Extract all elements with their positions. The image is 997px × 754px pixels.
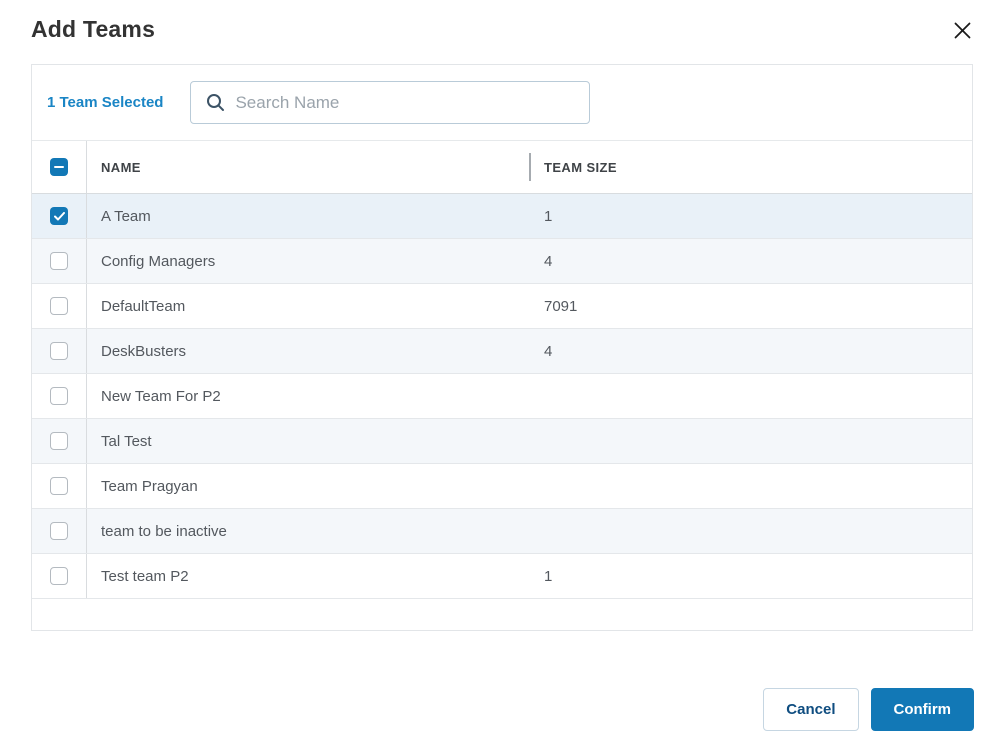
search-box <box>190 81 590 124</box>
team-size <box>529 374 544 418</box>
team-size: 1 <box>529 554 552 598</box>
row-checkbox-cell <box>32 374 87 418</box>
table-row[interactable]: New Team For P2 <box>32 374 972 419</box>
team-name: DefaultTeam <box>87 284 529 328</box>
selected-count-label: 1 Team Selected <box>47 94 163 111</box>
table-row[interactable]: Config Managers 4 <box>32 239 972 284</box>
row-checkbox[interactable] <box>50 387 68 405</box>
row-checkbox-cell <box>32 419 87 463</box>
team-size: 4 <box>529 329 552 373</box>
table-row[interactable]: DeskBusters 4 <box>32 329 972 374</box>
close-icon <box>954 22 971 39</box>
modal-header: Add Teams <box>0 0 997 43</box>
row-checkbox[interactable] <box>50 522 68 540</box>
row-checkbox[interactable] <box>50 432 68 450</box>
select-all-cell <box>32 141 87 193</box>
team-name: Config Managers <box>87 239 529 283</box>
row-checkbox-cell <box>32 239 87 283</box>
table-row[interactable]: DefaultTeam 7091 <box>32 284 972 329</box>
indeterminate-dash-icon <box>54 166 64 169</box>
row-checkbox-cell <box>32 554 87 598</box>
table-row[interactable]: Tal Test <box>32 419 972 464</box>
select-all-checkbox[interactable] <box>50 158 68 176</box>
row-checkbox-cell <box>32 509 87 553</box>
team-size: 7091 <box>529 284 577 328</box>
teams-panel: 1 Team Selected NAME TEAM SIZE <box>31 64 973 631</box>
team-size <box>529 464 544 508</box>
row-checkbox[interactable] <box>50 297 68 315</box>
check-icon <box>54 212 65 221</box>
row-checkbox-cell <box>32 194 87 238</box>
row-checkbox[interactable] <box>50 477 68 495</box>
page-title: Add Teams <box>31 16 155 43</box>
team-name: DeskBusters <box>87 329 529 373</box>
column-header-team-size: TEAM SIZE <box>531 160 617 175</box>
team-name: Tal Test <box>87 419 529 463</box>
team-size: 1 <box>529 194 552 238</box>
cancel-button[interactable]: Cancel <box>763 688 858 731</box>
team-name: New Team For P2 <box>87 374 529 418</box>
row-checkbox[interactable] <box>50 207 68 225</box>
row-checkbox-cell <box>32 284 87 328</box>
team-name: Team Pragyan <box>87 464 529 508</box>
row-checkbox-cell <box>32 329 87 373</box>
team-name: A Team <box>87 194 529 238</box>
panel-toolbar: 1 Team Selected <box>32 65 972 140</box>
row-checkbox[interactable] <box>50 252 68 270</box>
row-checkbox-cell <box>32 464 87 508</box>
table-row[interactable]: Team Pragyan <box>32 464 972 509</box>
table-row[interactable]: team to be inactive <box>32 509 972 554</box>
confirm-button[interactable]: Confirm <box>871 688 975 731</box>
team-name: team to be inactive <box>87 509 529 553</box>
table-footer-strip <box>32 599 972 630</box>
team-name: Test team P2 <box>87 554 529 598</box>
row-checkbox[interactable] <box>50 342 68 360</box>
close-button[interactable] <box>951 19 973 41</box>
team-size <box>529 419 544 463</box>
team-size <box>529 509 544 553</box>
search-input[interactable] <box>235 93 577 113</box>
column-header-name: NAME <box>87 160 529 175</box>
table-header: NAME TEAM SIZE <box>32 140 972 194</box>
modal-footer: Cancel Confirm <box>763 688 974 731</box>
search-icon <box>206 93 225 112</box>
table-body: A Team 1 Config Managers 4 DefaultTeam 7… <box>32 194 972 599</box>
row-checkbox[interactable] <box>50 567 68 585</box>
table-row[interactable]: Test team P2 1 <box>32 554 972 599</box>
table-row[interactable]: A Team 1 <box>32 194 972 239</box>
team-size: 4 <box>529 239 552 283</box>
